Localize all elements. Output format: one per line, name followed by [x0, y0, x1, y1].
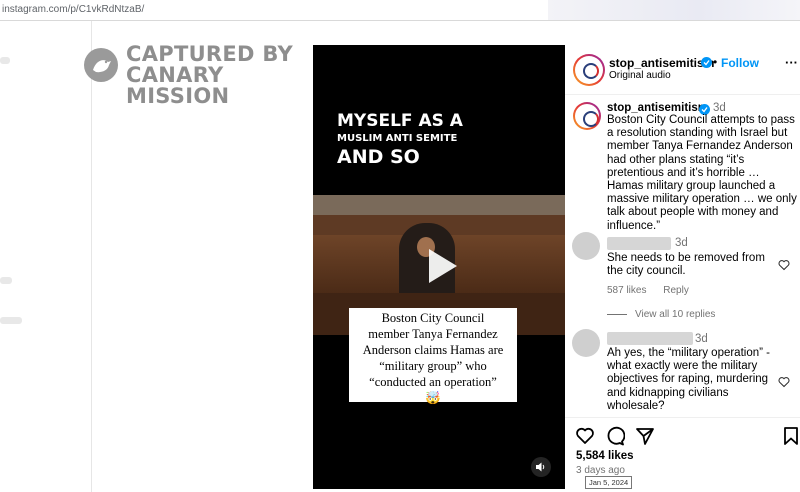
- canary-logo-icon: [84, 48, 118, 82]
- comment-icon[interactable]: [605, 426, 625, 446]
- card-line: “conducted an operation”: [369, 375, 497, 389]
- card-emoji: 🤯: [425, 391, 441, 405]
- avatar[interactable]: [572, 329, 600, 357]
- canary-mission-watermark: CAPTURED BY CANARY MISSION: [84, 44, 314, 107]
- caption-username[interactable]: stop_antisemitism: [607, 102, 708, 114]
- redacted-username: [607, 237, 671, 250]
- dash-divider: [607, 313, 627, 315]
- post-actions: 5,584 likes 3 days ago Jan 5, 2024: [565, 417, 800, 492]
- caption-timestamp[interactable]: 3d: [713, 102, 726, 114]
- left-background-pane: [0, 21, 92, 492]
- comment-text: Ah yes, the “military operation” - what …: [607, 347, 770, 412]
- video-text-card: Boston City Council member Tanya Fernand…: [349, 308, 517, 405]
- card-line: member Tanya Fernandez: [368, 327, 498, 341]
- reply-button[interactable]: Reply: [663, 285, 689, 296]
- blurred-area: [548, 0, 800, 20]
- avatar[interactable]: [572, 232, 600, 260]
- faded-nav-mark: [0, 317, 22, 324]
- heart-icon[interactable]: [778, 376, 790, 388]
- post-header: stop_antisemitism • Follow Original audi…: [565, 45, 800, 95]
- view-replies[interactable]: View all 10 replies: [607, 309, 715, 320]
- video-player[interactable]: MYSELF AS A MUSLIM ANTI SEMITE AND SO Bo…: [313, 45, 565, 489]
- heart-icon[interactable]: [778, 259, 790, 271]
- council-wall: [313, 195, 565, 215]
- likes-count[interactable]: 5,584 likes: [576, 450, 634, 462]
- comment-text: She needs to be removed from the city co…: [607, 252, 765, 278]
- video-overlay-caption: MYSELF AS A MUSLIM ANTI SEMITE AND SO: [337, 111, 463, 168]
- comment-meta: 587 likes Reply: [607, 285, 703, 296]
- watermark-text: CAPTURED BY CANARY MISSION: [126, 44, 314, 107]
- url-text[interactable]: instagram.com/p/C1vkRdNtzaB/: [2, 4, 144, 15]
- overlay-line-3: AND SO: [337, 146, 420, 168]
- watermark-line-2: CANARY MISSION: [126, 63, 230, 108]
- avatar[interactable]: [573, 54, 605, 86]
- date-tooltip: Jan 5, 2024: [585, 476, 633, 489]
- bookmark-icon[interactable]: [783, 426, 799, 446]
- play-icon[interactable]: [417, 243, 463, 289]
- follow-button[interactable]: Follow: [721, 56, 759, 70]
- redacted-username: [607, 332, 693, 345]
- caption-text: Boston City Council attempts to pass a r…: [607, 114, 797, 232]
- header-username[interactable]: stop_antisemitism: [609, 56, 714, 70]
- comment-timestamp[interactable]: 3d: [695, 333, 708, 345]
- avatar[interactable]: [573, 102, 601, 130]
- original-audio-link[interactable]: Original audio: [609, 70, 671, 81]
- faded-nav-mark: [0, 57, 10, 64]
- comment-likes[interactable]: 587 likes: [607, 285, 646, 296]
- watermark-line-1: CAPTURED BY: [126, 42, 294, 66]
- overlay-line-1: MYSELF AS A: [337, 111, 463, 131]
- post-side-panel: stop_antisemitism • Follow Original audi…: [565, 45, 800, 492]
- more-options-icon[interactable]: ···: [785, 55, 798, 70]
- view-replies-label[interactable]: View all 10 replies: [635, 309, 715, 320]
- overlay-line-2: MUSLIM ANTI SEMITE: [337, 133, 458, 144]
- faded-nav-mark: [0, 277, 12, 284]
- share-icon[interactable]: [635, 426, 655, 446]
- speaker-icon[interactable]: [531, 457, 551, 477]
- verified-badge-icon: [701, 57, 712, 68]
- separator-dot: •: [713, 55, 718, 69]
- card-line: “military group” who: [379, 359, 487, 373]
- card-line: Anderson claims Hamas are: [362, 343, 504, 357]
- like-heart-icon[interactable]: [575, 426, 595, 446]
- card-line: Boston City Council: [381, 311, 485, 325]
- browser-url-bar[interactable]: instagram.com/p/C1vkRdNtzaB/: [0, 0, 800, 21]
- post-age[interactable]: 3 days ago: [576, 465, 625, 476]
- comment-timestamp[interactable]: 3d: [675, 237, 688, 249]
